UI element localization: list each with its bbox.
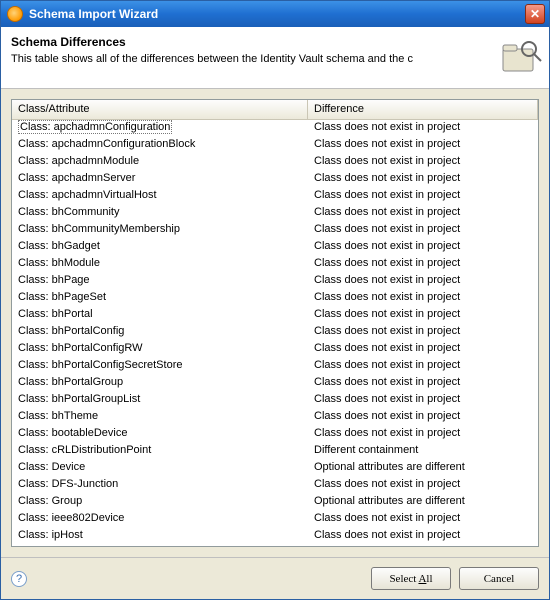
cell-difference: Class does not exist in project bbox=[308, 307, 538, 324]
close-icon: ✕ bbox=[530, 8, 540, 20]
cell-difference: Class does not exist in project bbox=[308, 477, 538, 494]
cell-class-attribute: Class: bhPortalGroup bbox=[12, 375, 308, 392]
table-row[interactable]: Class: bhThemeClass does not exist in pr… bbox=[12, 409, 538, 426]
cell-difference: Class does not exist in project bbox=[308, 205, 538, 222]
cell-difference: Class does not exist in project bbox=[308, 426, 538, 443]
table-row[interactable]: Class: bhPortalGroupListClass does not e… bbox=[12, 392, 538, 409]
cell-difference: Class does not exist in project bbox=[308, 239, 538, 256]
table-row[interactable]: Class: bhCommunityMembershipClass does n… bbox=[12, 222, 538, 239]
cell-difference: Class does not exist in project bbox=[308, 256, 538, 273]
cell-class-attribute: Class: ipHost bbox=[12, 528, 308, 545]
cell-difference: Class does not exist in project bbox=[308, 188, 538, 205]
table-row[interactable]: Class: apchadmnVirtualHostClass does not… bbox=[12, 188, 538, 205]
cell-class-attribute: Class: bhPortal bbox=[12, 307, 308, 324]
cell-class-attribute: Class: bhModule bbox=[12, 256, 308, 273]
cell-class-attribute: Class: apchadmnConfiguration bbox=[12, 120, 308, 137]
cell-difference: Class does not exist in project bbox=[308, 290, 538, 307]
differences-table: Class/Attribute Difference Class: apchad… bbox=[11, 99, 539, 547]
cell-class-attribute: Class: cRLDistributionPoint bbox=[12, 443, 308, 460]
wizard-icon bbox=[7, 6, 23, 22]
table-row[interactable]: Class: bhPortalClass does not exist in p… bbox=[12, 307, 538, 324]
cell-class-attribute: Class: apchadmnModule bbox=[12, 154, 308, 171]
cell-class-attribute: Class: bhCommunityMembership bbox=[12, 222, 308, 239]
table-row[interactable]: Class: bhCommunityClass does not exist i… bbox=[12, 205, 538, 222]
cell-difference: Class does not exist in project bbox=[308, 511, 538, 528]
cell-class-attribute: Class: apchadmnVirtualHost bbox=[12, 188, 308, 205]
table-row[interactable]: Class: bhPortalGroupClass does not exist… bbox=[12, 375, 538, 392]
cell-class-attribute: Class: bhPortalGroupList bbox=[12, 392, 308, 409]
wizard-header: Schema Differences This table shows all … bbox=[1, 27, 549, 89]
table-row[interactable]: Class: cRLDistributionPointDifferent con… bbox=[12, 443, 538, 460]
wizard-footer: ? Select All Cancel bbox=[1, 557, 549, 599]
cell-class-attribute: Class: bhGadget bbox=[12, 239, 308, 256]
page-description: This table shows all of the differences … bbox=[11, 53, 539, 65]
table-row[interactable]: Class: bhPageClass does not exist in pro… bbox=[12, 273, 538, 290]
table-row[interactable]: Class: apchadmnConfigurationClass does n… bbox=[12, 120, 538, 137]
cell-class-attribute: Class: DFS-Junction bbox=[12, 477, 308, 494]
cell-class-attribute: Class: bhCommunity bbox=[12, 205, 308, 222]
content-area: Class/Attribute Difference Class: apchad… bbox=[1, 89, 549, 557]
table-row[interactable]: Class: bhPortalConfigClass does not exis… bbox=[12, 324, 538, 341]
table-row[interactable]: Class: ipHostClass does not exist in pro… bbox=[12, 528, 538, 545]
page-title: Schema Differences bbox=[11, 35, 539, 49]
cell-difference: Class does not exist in project bbox=[308, 392, 538, 409]
table-row[interactable]: Class: DeviceOptional attributes are dif… bbox=[12, 460, 538, 477]
table-row[interactable]: Class: apchadmnServerClass does not exis… bbox=[12, 171, 538, 188]
cell-class-attribute: Class: Group bbox=[12, 494, 308, 511]
select-all-button[interactable]: Select All bbox=[371, 567, 451, 590]
table-row[interactable]: Class: DFS-JunctionClass does not exist … bbox=[12, 477, 538, 494]
cell-difference: Class does not exist in project bbox=[308, 120, 538, 137]
cell-difference: Class does not exist in project bbox=[308, 154, 538, 171]
column-header-class-attribute[interactable]: Class/Attribute bbox=[12, 100, 308, 119]
table-row[interactable]: Class: apchadmnConfigurationBlockClass d… bbox=[12, 137, 538, 154]
column-header-difference[interactable]: Difference bbox=[308, 100, 538, 119]
cancel-button[interactable]: Cancel bbox=[459, 567, 539, 590]
cell-class-attribute: Class: bhPageSet bbox=[12, 290, 308, 307]
table-row[interactable]: Class: bhPageSetClass does not exist in … bbox=[12, 290, 538, 307]
window-title: Schema Import Wizard bbox=[29, 7, 158, 21]
close-button[interactable]: ✕ bbox=[525, 4, 545, 24]
table-row[interactable]: Class: GroupOptional attributes are diff… bbox=[12, 494, 538, 511]
cell-difference: Class does not exist in project bbox=[308, 222, 538, 239]
cell-class-attribute: Class: bhPage bbox=[12, 273, 308, 290]
table-row[interactable]: Class: apchadmnModuleClass does not exis… bbox=[12, 154, 538, 171]
table-row[interactable]: Class: bhModuleClass does not exist in p… bbox=[12, 256, 538, 273]
cell-class-attribute: Class: bhPortalConfig bbox=[12, 324, 308, 341]
cell-class-attribute: Class: bhPortalConfigSecretStore bbox=[12, 358, 308, 375]
help-button[interactable]: ? bbox=[11, 571, 27, 587]
cell-class-attribute: Class: ieee802Device bbox=[12, 511, 308, 528]
cell-difference: Class does not exist in project bbox=[308, 273, 538, 290]
titlebar: Schema Import Wizard ✕ bbox=[1, 1, 549, 27]
cell-difference: Class does not exist in project bbox=[308, 341, 538, 358]
cell-difference: Class does not exist in project bbox=[308, 137, 538, 154]
cell-difference: Different containment bbox=[308, 443, 538, 460]
table-row[interactable]: Class: bootableDeviceClass does not exis… bbox=[12, 426, 538, 443]
cell-difference: Optional attributes are different bbox=[308, 460, 538, 477]
cell-difference: Class does not exist in project bbox=[308, 375, 538, 392]
cell-difference: Optional attributes are different bbox=[308, 494, 538, 511]
table-row[interactable]: Class: bhGadgetClass does not exist in p… bbox=[12, 239, 538, 256]
cell-class-attribute: Class: apchadmnServer bbox=[12, 171, 308, 188]
table-row[interactable]: Class: ieee802DeviceClass does not exist… bbox=[12, 511, 538, 528]
table-header: Class/Attribute Difference bbox=[12, 100, 538, 120]
cell-class-attribute: Class: bhPortalConfigRW bbox=[12, 341, 308, 358]
cell-difference: Class does not exist in project bbox=[308, 358, 538, 375]
help-icon: ? bbox=[16, 573, 22, 585]
cell-difference: Class does not exist in project bbox=[308, 324, 538, 341]
cell-class-attribute: Class: apchadmnConfigurationBlock bbox=[12, 137, 308, 154]
cell-class-attribute: Class: bootableDevice bbox=[12, 426, 308, 443]
cell-class-attribute: Class: Device bbox=[12, 460, 308, 477]
cell-class-attribute: Class: bhTheme bbox=[12, 409, 308, 426]
table-body[interactable]: Class: apchadmnConfigurationClass does n… bbox=[12, 120, 538, 546]
cell-difference: Class does not exist in project bbox=[308, 171, 538, 188]
table-row[interactable]: Class: bhPortalConfigSecretStoreClass do… bbox=[12, 358, 538, 375]
cell-difference: Class does not exist in project bbox=[308, 409, 538, 426]
table-row[interactable]: Class: bhPortalConfigRWClass does not ex… bbox=[12, 341, 538, 358]
schema-folder-icon bbox=[499, 33, 543, 77]
cell-difference: Class does not exist in project bbox=[308, 528, 538, 545]
